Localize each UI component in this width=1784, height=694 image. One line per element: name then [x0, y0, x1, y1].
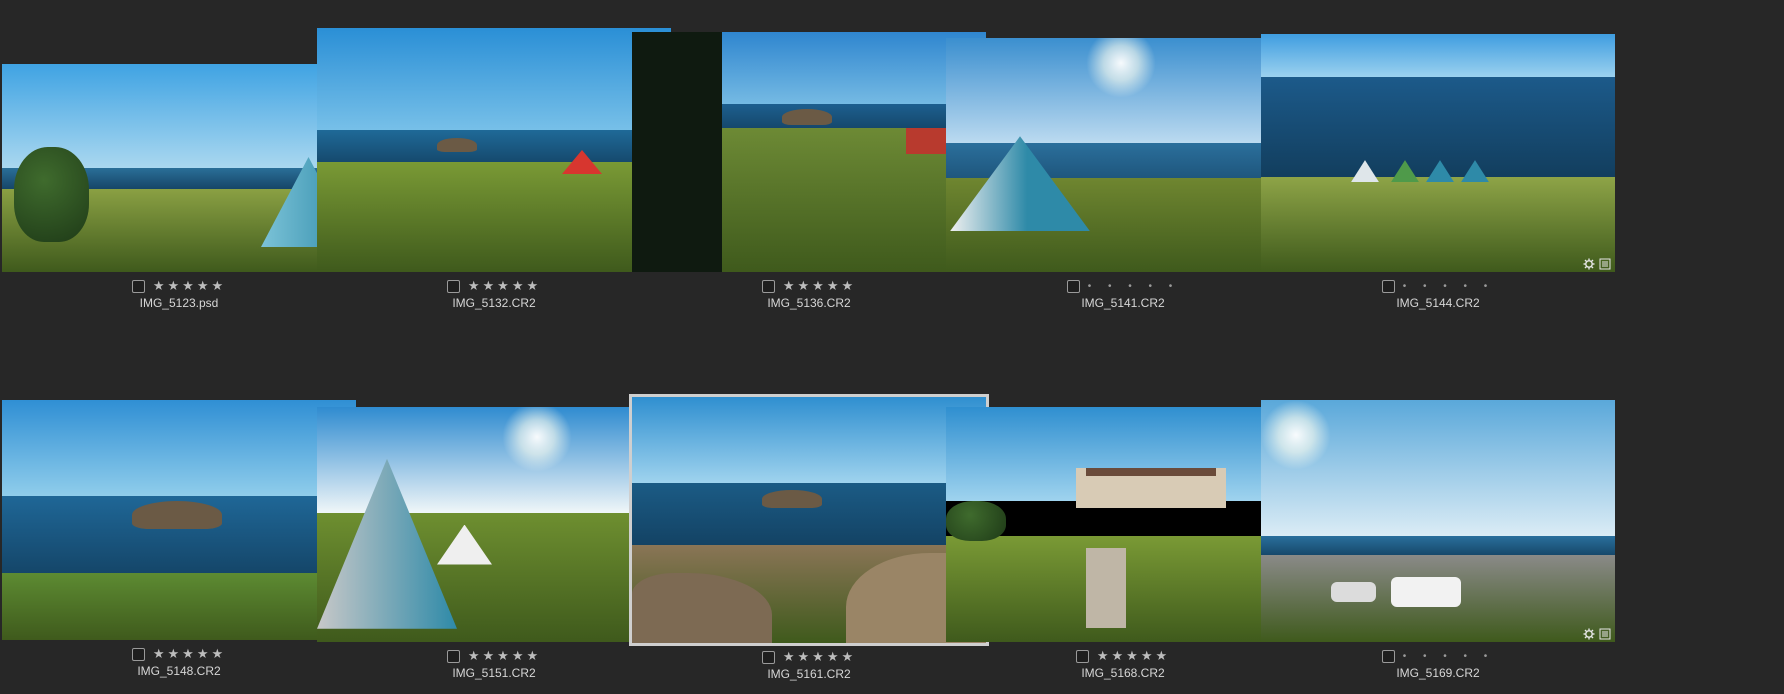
- select-checkbox[interactable]: [1381, 649, 1395, 663]
- list-icon[interactable]: [1599, 628, 1611, 640]
- filename-label: IMG_5161.CR2: [767, 667, 851, 681]
- thumbnail-image[interactable]: [1261, 400, 1615, 642]
- thumbnail-image[interactable]: [2, 64, 356, 272]
- photo-preview: [946, 407, 1300, 642]
- photo-preview: [632, 32, 986, 272]
- list-icon[interactable]: [1599, 258, 1611, 270]
- star-rating[interactable]: ★★★★★: [783, 278, 856, 294]
- photo-preview: [946, 38, 1300, 272]
- star-rating[interactable]: ★★★★★: [1097, 648, 1170, 664]
- filename-label: IMG_5132.CR2: [452, 296, 536, 310]
- thumbnail-cell[interactable]: ★★★★★ IMG_5151.CR2: [317, 325, 671, 680]
- star-rating[interactable]: ★★★★★: [468, 278, 541, 294]
- photo-preview: [632, 397, 986, 643]
- star-rating[interactable]: • • • • •: [1403, 281, 1495, 292]
- thumbnail-badges: [1583, 628, 1611, 640]
- select-checkbox[interactable]: [446, 649, 460, 663]
- filename-label: IMG_5169.CR2: [1396, 666, 1480, 680]
- photo-preview: [317, 407, 671, 642]
- gear-icon[interactable]: [1583, 258, 1595, 270]
- thumbnail-cell[interactable]: ★★★★★ IMG_5136.CR2: [632, 0, 986, 310]
- thumbnail-grid: ★★★★★ IMG_5123.psd ★★★★★ IMG_5132.CR2 ★★★★★ I…: [0, 0, 1784, 694]
- thumbnail-meta: • • • • •: [1261, 278, 1615, 294]
- thumbnail-cell[interactable]: ★★★★★ IMG_5148.CR2: [2, 325, 356, 678]
- thumbnail-cell[interactable]: ★★★★★ IMG_5123.psd: [2, 0, 356, 310]
- thumbnail-image[interactable]: [946, 407, 1300, 642]
- thumbnail-image[interactable]: [317, 407, 671, 642]
- thumbnail-meta: ★★★★★: [317, 648, 671, 664]
- filename-label: IMG_5123.psd: [139, 296, 219, 310]
- thumbnail-meta: ★★★★★: [317, 278, 671, 294]
- star-rating[interactable]: • • • • •: [1088, 281, 1180, 292]
- thumbnail-cell[interactable]: ★★★★★ IMG_5161.CR2: [629, 325, 989, 681]
- thumbnail-image[interactable]: [2, 400, 356, 640]
- photo-preview: [2, 64, 356, 272]
- photo-preview: [1261, 34, 1615, 272]
- select-checkbox[interactable]: [1066, 279, 1080, 293]
- thumbnail-image[interactable]: [632, 32, 986, 272]
- filename-label: IMG_5136.CR2: [767, 296, 851, 310]
- gear-icon[interactable]: [1583, 628, 1595, 640]
- thumbnail-meta: • • • • •: [1261, 648, 1615, 664]
- thumbnail-cell[interactable]: • • • • • IMG_5141.CR2: [946, 0, 1300, 310]
- select-checkbox[interactable]: [131, 279, 145, 293]
- star-rating[interactable]: ★★★★★: [153, 646, 226, 662]
- select-checkbox[interactable]: [761, 650, 775, 664]
- select-checkbox[interactable]: [1075, 649, 1089, 663]
- filename-label: IMG_5141.CR2: [1081, 296, 1165, 310]
- filename-label: IMG_5144.CR2: [1396, 296, 1480, 310]
- photo-preview: [1261, 400, 1615, 642]
- select-checkbox[interactable]: [761, 279, 775, 293]
- filename-label: IMG_5151.CR2: [452, 666, 536, 680]
- select-checkbox[interactable]: [131, 647, 145, 661]
- thumbnail-meta: ★★★★★: [2, 646, 356, 662]
- thumbnail-cell[interactable]: ★★★★★ IMG_5168.CR2: [946, 325, 1300, 680]
- thumbnail-image[interactable]: [317, 28, 671, 272]
- star-rating[interactable]: ★★★★★: [468, 648, 541, 664]
- thumbnail-meta: ★★★★★: [946, 648, 1300, 664]
- thumbnail-meta: ★★★★★: [632, 649, 986, 665]
- star-rating[interactable]: ★★★★★: [783, 649, 856, 665]
- thumbnail-image[interactable]: [629, 394, 989, 646]
- select-checkbox[interactable]: [446, 279, 460, 293]
- thumbnail-cell[interactable]: ★★★★★ IMG_5132.CR2: [317, 0, 671, 310]
- star-rating[interactable]: • • • • •: [1403, 651, 1495, 662]
- thumbnail-badges: [1583, 258, 1611, 270]
- filename-label: IMG_5168.CR2: [1081, 666, 1165, 680]
- thumbnail-cell[interactable]: • • • • • IMG_5169.CR2: [1261, 325, 1615, 680]
- thumbnail-meta: ★★★★★: [2, 278, 356, 294]
- filename-label: IMG_5148.CR2: [137, 664, 221, 678]
- photo-preview: [2, 400, 356, 640]
- star-rating[interactable]: ★★★★★: [153, 278, 226, 294]
- thumbnail-meta: ★★★★★: [632, 278, 986, 294]
- thumbnail-image[interactable]: [1261, 34, 1615, 272]
- photo-preview: [317, 28, 671, 272]
- select-checkbox[interactable]: [1381, 279, 1395, 293]
- thumbnail-meta: • • • • •: [946, 278, 1300, 294]
- thumbnail-image[interactable]: [946, 38, 1300, 272]
- thumbnail-cell[interactable]: • • • • • IMG_5144.CR2: [1261, 0, 1615, 310]
